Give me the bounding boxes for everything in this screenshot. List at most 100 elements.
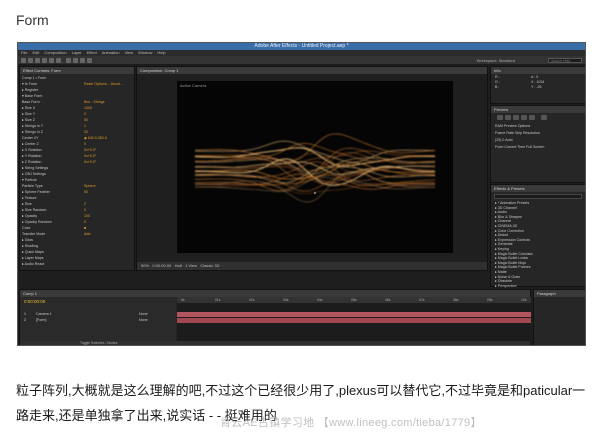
effect-property-row[interactable]: ▸ Audio React: [22, 262, 44, 267]
property-value[interactable]: 50: [84, 118, 88, 123]
effect-property-row[interactable]: Comp 1 • Form: [22, 76, 46, 81]
effect-property-row[interactable]: ▸ OBJ Settings: [22, 172, 46, 177]
property-value[interactable]: 50: [84, 190, 88, 195]
effects-search-input[interactable]: [494, 194, 582, 199]
effect-property-row[interactable]: Color ■: [22, 226, 86, 231]
effect-property-row[interactable]: ▾ Base Form: [22, 94, 42, 99]
effect-property-row[interactable]: Transfer Mode Add: [22, 232, 90, 237]
property-value[interactable]: 1000: [84, 106, 92, 111]
pen-tool-icon[interactable]: [73, 58, 78, 63]
effect-property-row[interactable]: ▸ Opacity 100: [22, 214, 90, 219]
toggle-switches-modes[interactable]: Toggle Switches / Modes: [80, 341, 118, 345]
effect-property-row[interactable]: ▸ Texture: [22, 196, 37, 201]
camera-tool-icon[interactable]: [49, 58, 54, 63]
zoom-readout[interactable]: 50% 0:00:00:00 Half 1 View Classic 3D: [141, 263, 219, 268]
layer-bar-camera[interactable]: [177, 312, 531, 317]
ram-preview-icon[interactable]: [541, 115, 547, 120]
tab-info[interactable]: Info: [491, 67, 585, 74]
effect-property-row[interactable]: ▸ Quick Maps: [22, 250, 44, 255]
property-value[interactable]: 0x+0.0°: [84, 154, 96, 159]
effect-property-row[interactable]: ▸ Size Random 0: [22, 208, 86, 213]
zoom-tool-icon[interactable]: [35, 58, 40, 63]
property-value[interactable]: 0: [84, 220, 86, 225]
mask-tool-icon[interactable]: [66, 58, 71, 63]
time-ruler[interactable]: 0s 01s 02s 03s 04s 05s 06s 07s 08s 09s 10s: [177, 297, 531, 303]
property-value[interactable]: Box - Strings: [84, 100, 105, 105]
property-value[interactable]: 100: [84, 214, 90, 219]
effect-property-row[interactable]: ▸ Z Rotation 0x+0.0°: [22, 160, 96, 165]
effect-property-row[interactable]: ▸ Size Z 50: [22, 118, 88, 123]
property-value[interactable]: 0: [84, 112, 86, 117]
preview-option[interactable]: Frame Rate Skip Resolution: [495, 131, 540, 136]
effect-property-row[interactable]: ▸ String Settings: [22, 166, 48, 171]
resolution-select[interactable]: Half: [175, 263, 182, 268]
selection-tool-icon[interactable]: [21, 58, 26, 63]
effect-property-row[interactable]: ▸ Size X 1000: [22, 106, 92, 111]
tab-effects-presets[interactable]: Effects & Presets: [491, 185, 585, 192]
property-value[interactable]: 1: [84, 124, 86, 129]
property-value[interactable]: 2: [84, 202, 86, 207]
property-value[interactable]: Reset Options... About...: [84, 82, 123, 87]
last-frame-icon[interactable]: [529, 115, 535, 120]
property-value[interactable]: Add: [84, 232, 90, 237]
hand-tool-icon[interactable]: [28, 58, 33, 63]
layer-row[interactable]: 2 [Form] None: [24, 318, 148, 323]
property-label: ▸ Quick Maps: [22, 250, 44, 254]
property-value[interactable]: 0: [84, 208, 86, 213]
preview-option[interactable]: From Current Time Full Screen: [495, 145, 544, 150]
layer-parent-select[interactable]: None: [139, 318, 148, 323]
first-frame-icon[interactable]: [497, 115, 503, 120]
effect-property-row[interactable]: ▸ Glow: [22, 238, 33, 243]
brush-tool-icon[interactable]: [87, 58, 92, 63]
play-icon[interactable]: [513, 115, 519, 120]
property-value[interactable]: ■: [84, 226, 86, 231]
effect-property-row[interactable]: ▸ Shading: [22, 244, 38, 249]
workspace-label[interactable]: Workspace: Standard: [477, 58, 515, 63]
rotate-tool-icon[interactable]: [42, 58, 47, 63]
effect-property-row[interactable]: ▸ Strings in Z 20: [22, 130, 88, 135]
effect-property-row[interactable]: ▸ Center Z 0: [22, 142, 86, 147]
effect-property-row[interactable]: Base Form Box - Strings: [22, 100, 105, 105]
property-value[interactable]: 0: [84, 142, 86, 147]
layer-parent-select[interactable]: None: [139, 312, 148, 317]
preview-option[interactable]: RAM Preview Options: [495, 124, 530, 129]
property-value[interactable]: 0x+0.0°: [84, 148, 96, 153]
layer-bar-form[interactable]: [177, 318, 531, 323]
preview-option[interactable]: (25) 0 Auto: [495, 138, 513, 143]
property-label: Particle Type: [22, 184, 43, 188]
effect-property-row[interactable]: ▸ Y Rotation 0x+0.0°: [22, 154, 96, 159]
composition-viewer[interactable]: Active Camera: [177, 81, 453, 253]
text-tool-icon[interactable]: [80, 58, 85, 63]
effect-property-row[interactable]: ▸ Sphere Feather 50: [22, 190, 88, 195]
layer-row[interactable]: 1 Camera 1 None: [24, 312, 148, 317]
tab-paragraph[interactable]: Paragraph: [534, 290, 585, 297]
tab-effect-controls[interactable]: Effect Controls: Form: [20, 67, 134, 74]
effect-property-row[interactable]: ▸ Size Y 0: [22, 112, 86, 117]
effect-property-row[interactable]: ▾ fx Form Reset Options... About...: [22, 82, 123, 87]
property-value[interactable]: 0x+0.0°: [84, 160, 96, 165]
property-value[interactable]: ◆ 640.0,360.0: [84, 136, 107, 141]
layer-name[interactable]: Camera 1: [36, 312, 52, 316]
effect-property-row[interactable]: ▸ Register: [22, 88, 38, 93]
property-value[interactable]: 20: [84, 130, 88, 135]
tab-timeline[interactable]: Comp 1: [20, 290, 530, 297]
effect-property-row[interactable]: ▸ Layer Maps: [22, 256, 44, 261]
tab-preview[interactable]: Preview: [491, 106, 585, 113]
renderer-label[interactable]: Classic 3D: [200, 263, 219, 268]
previous-frame-icon[interactable]: [505, 115, 511, 120]
tab-composition[interactable]: Composition: Comp 1: [137, 67, 487, 74]
timeline-timecode[interactable]: 0:00:00:00: [24, 299, 45, 304]
layer-name[interactable]: [Form]: [36, 318, 46, 322]
effect-property-row[interactable]: ▸ Opacity Random 0: [22, 220, 86, 225]
view-layout-select[interactable]: 1 View: [185, 263, 197, 268]
search-help-input[interactable]: Search Help: [548, 58, 582, 63]
effect-property-row[interactable]: ▸ Size 2: [22, 202, 86, 207]
effect-property-row[interactable]: ▸ Strings in Y 1: [22, 124, 86, 129]
effect-property-row[interactable]: Particle Type Sphere: [22, 184, 96, 189]
effect-property-row[interactable]: ▾ Particle: [22, 178, 37, 183]
pan-behind-tool-icon[interactable]: [56, 58, 61, 63]
effect-property-row[interactable]: Center XY ◆ 640.0,360.0: [22, 136, 107, 141]
next-frame-icon[interactable]: [521, 115, 527, 120]
effect-property-row[interactable]: ▸ X Rotation 0x+0.0°: [22, 148, 96, 153]
property-value[interactable]: Sphere: [84, 184, 96, 189]
